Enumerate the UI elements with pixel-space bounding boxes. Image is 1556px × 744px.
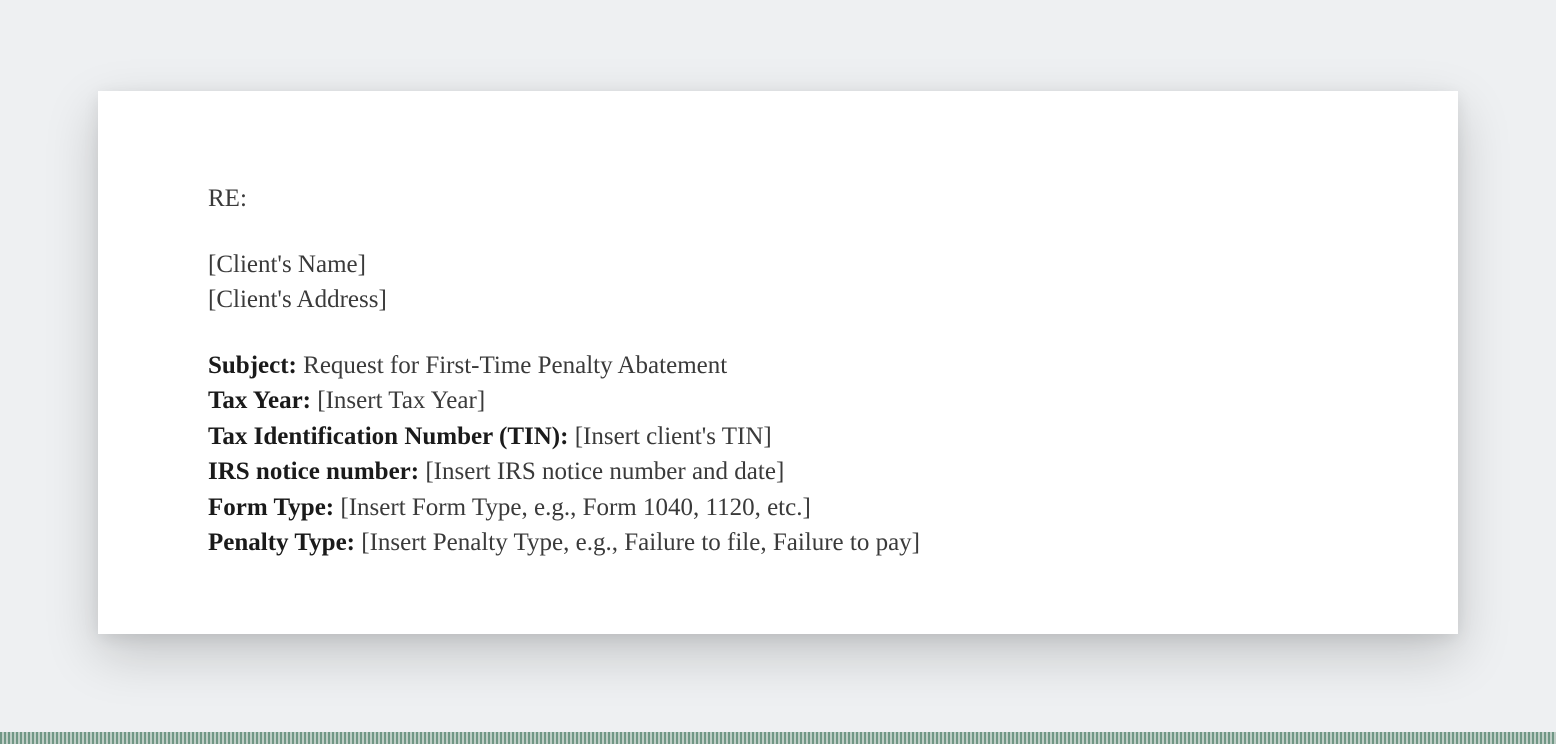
tax-year-value: [Insert Tax Year] — [311, 387, 485, 414]
penalty-type-value: [Insert Penalty Type, e.g., Failure to f… — [355, 529, 920, 556]
client-name-line: [Client's Name] — [208, 247, 1348, 283]
form-type-line: Form Type: [Insert Form Type, e.g., Form… — [208, 490, 1348, 526]
footer-decorative-strip — [0, 732, 1556, 744]
irs-notice-line: IRS notice number: [Insert IRS notice nu… — [208, 454, 1348, 490]
tax-year-label: Tax Year: — [208, 387, 311, 414]
client-address: [Client's Address] — [208, 286, 387, 313]
client-name: [Client's Name] — [208, 251, 366, 278]
tin-line: Tax Identification Number (TIN): [Insert… — [208, 419, 1348, 455]
form-type-label: Form Type: — [208, 494, 334, 521]
penalty-type-label: Penalty Type: — [208, 529, 355, 556]
tax-year-line: Tax Year: [Insert Tax Year] — [208, 383, 1348, 419]
subject-value: Request for First-Time Penalty Abatement — [297, 352, 727, 379]
irs-notice-value: [Insert IRS notice number and date] — [419, 458, 784, 485]
spacer — [208, 318, 1348, 348]
penalty-type-line: Penalty Type: [Insert Penalty Type, e.g.… — [208, 525, 1348, 561]
re-line: RE: — [208, 181, 1348, 217]
tin-label: Tax Identification Number (TIN): — [208, 423, 568, 450]
client-address-line: [Client's Address] — [208, 282, 1348, 318]
re-label: RE: — [208, 185, 247, 212]
subject-label: Subject: — [208, 352, 297, 379]
tin-value: [Insert client's TIN] — [568, 423, 771, 450]
subject-line: Subject: Request for First-Time Penalty … — [208, 348, 1348, 384]
document-card: RE: [Client's Name] [Client's Address] S… — [98, 91, 1458, 634]
form-type-value: [Insert Form Type, e.g., Form 1040, 1120… — [334, 494, 811, 521]
spacer — [208, 217, 1348, 247]
irs-notice-label: IRS notice number: — [208, 458, 419, 485]
